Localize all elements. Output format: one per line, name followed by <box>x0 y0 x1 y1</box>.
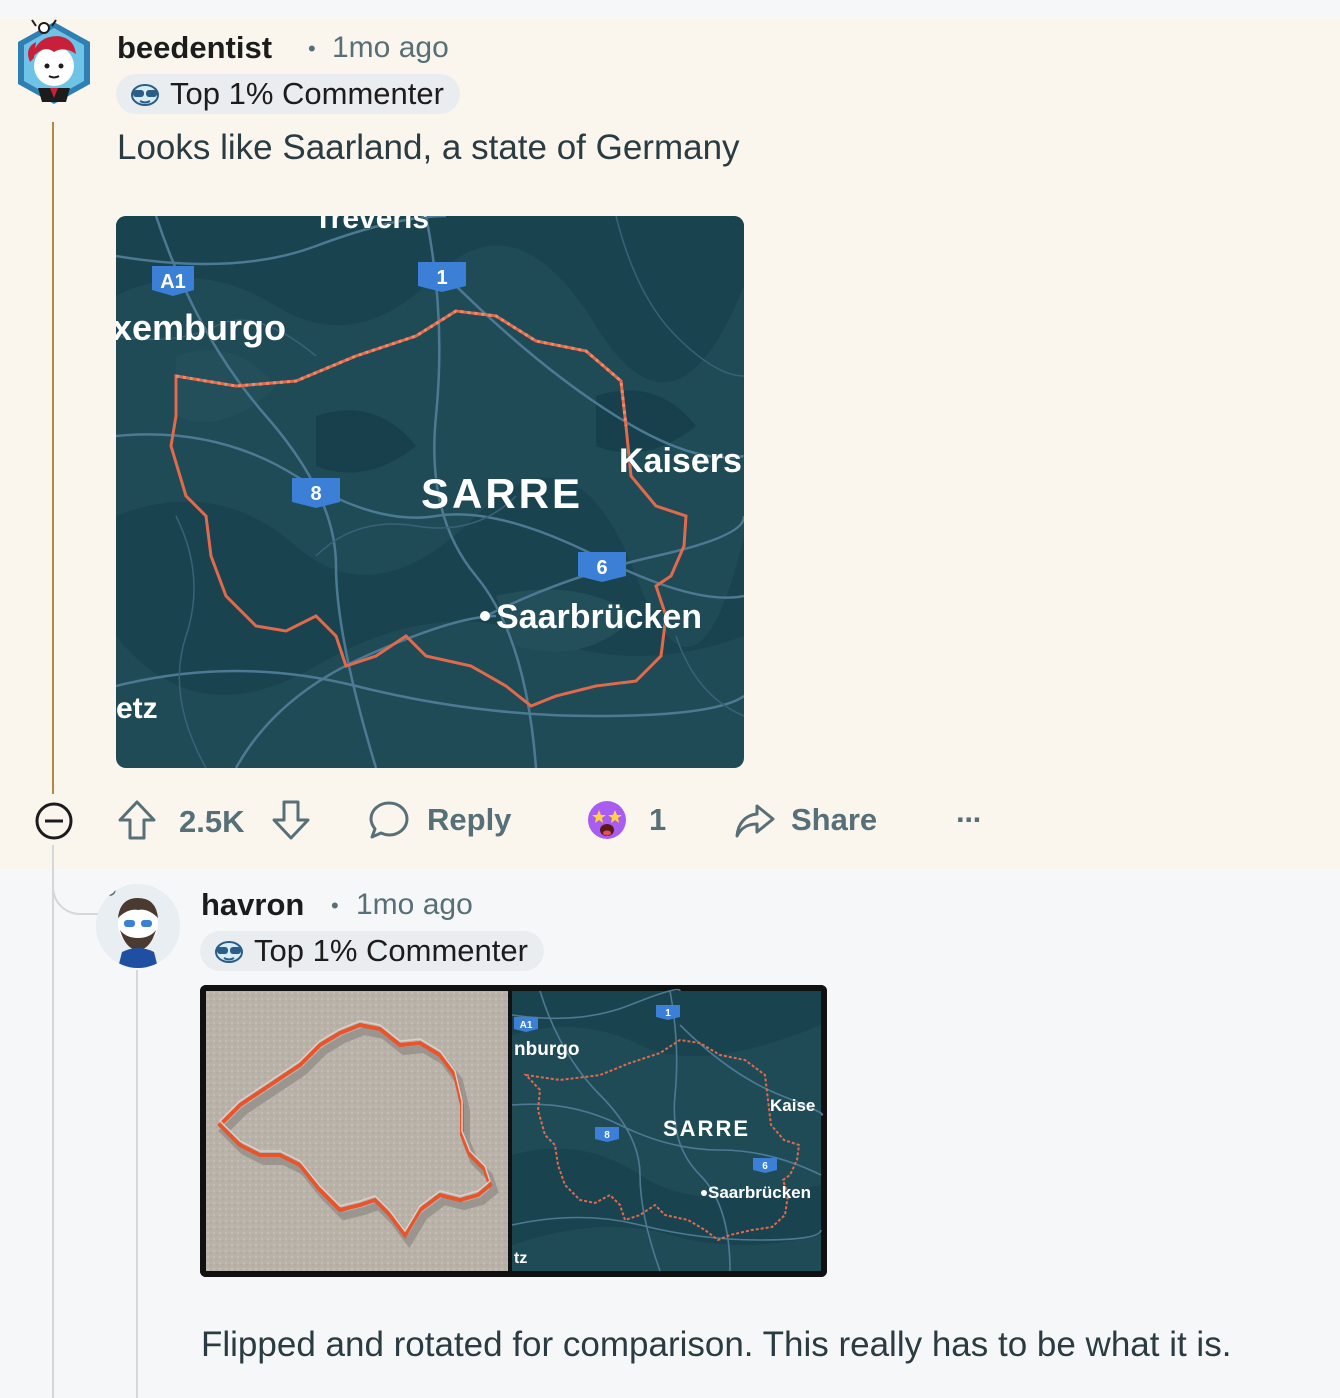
reply-button[interactable]: Reply <box>367 798 511 842</box>
map-route-label: A1 <box>160 271 186 293</box>
map-place-label: Kaise <box>770 1096 815 1115</box>
map-place-label: tz <box>514 1250 527 1267</box>
map-route-label: 1 <box>665 1008 671 1019</box>
map-route-label: 6 <box>762 1161 768 1172</box>
upvote-button[interactable] <box>116 798 158 842</box>
map-place-label: Saarbrücken <box>708 1183 811 1202</box>
map-place-label: SARRE <box>663 1116 750 1141</box>
sunglasses-icon <box>215 941 243 963</box>
map-route-label: 6 <box>596 557 607 579</box>
username[interactable]: beedentist <box>117 30 272 66</box>
thread-line[interactable] <box>136 970 138 1398</box>
username[interactable]: havron <box>201 887 304 923</box>
badge-label: Top 1% Commenter <box>170 76 444 111</box>
map-place-label: nburgo <box>514 1039 579 1060</box>
comment-image-comparison[interactable]: A1 1 8 6 nburgo Kaise SARRE Saarbrücken … <box>200 985 827 1277</box>
comment-body: Looks like Saarland, a state of Germany <box>117 128 740 167</box>
avatar[interactable] <box>96 884 180 968</box>
map-place-label: Treveris <box>314 216 429 235</box>
vote-count: 2.5K <box>179 804 245 839</box>
share-button[interactable]: Share <box>733 798 877 842</box>
comment-image-map[interactable]: A1 1 8 6 Treveris xemburgo Kaisersl SARR… <box>116 216 744 768</box>
map-place-label: xemburgo <box>116 307 286 348</box>
downvote-button[interactable] <box>270 798 312 842</box>
user-flair-badge: Top 1% Commenter <box>116 74 460 114</box>
map-route-label: 8 <box>604 1130 610 1141</box>
starstruck-emoji-icon <box>588 801 626 839</box>
sunglasses-icon <box>131 84 159 106</box>
more-options-button[interactable]: ··· <box>956 802 983 838</box>
reply-label: Reply <box>427 802 512 837</box>
avatar[interactable] <box>14 18 94 106</box>
award-count: 1 <box>649 802 667 837</box>
arrow-up-icon <box>118 800 156 840</box>
arrow-down-icon <box>272 800 310 840</box>
timestamp[interactable]: 1mo ago <box>356 888 473 922</box>
user-flair-badge: Top 1% Commenter <box>200 931 544 971</box>
map-route-label: A1 <box>520 1020 533 1031</box>
comment-body: Flipped and rotated for comparison. This… <box>201 1325 1232 1364</box>
minus-circle-icon <box>35 802 73 840</box>
thread-line[interactable] <box>52 845 54 1398</box>
map-place-label: Kaisersl <box>619 442 744 480</box>
map-place-label: Saarbrücken <box>496 598 702 636</box>
thread-line[interactable] <box>52 122 54 794</box>
map-place-label: SARRE <box>421 470 583 517</box>
share-arrow-icon <box>735 804 775 838</box>
timestamp[interactable]: 1mo ago <box>332 31 449 65</box>
collapse-thread-button[interactable] <box>34 801 74 841</box>
share-label: Share <box>791 802 878 837</box>
map-route-label: 8 <box>310 483 321 505</box>
map-route-label: 1 <box>436 267 447 289</box>
award-button[interactable]: 1 <box>585 798 666 842</box>
meta-separator: • <box>331 893 339 918</box>
meta-separator: • <box>308 36 316 61</box>
map-place-label: etz <box>116 692 158 725</box>
speech-bubble-icon <box>369 801 409 839</box>
badge-label: Top 1% Commenter <box>254 933 528 968</box>
